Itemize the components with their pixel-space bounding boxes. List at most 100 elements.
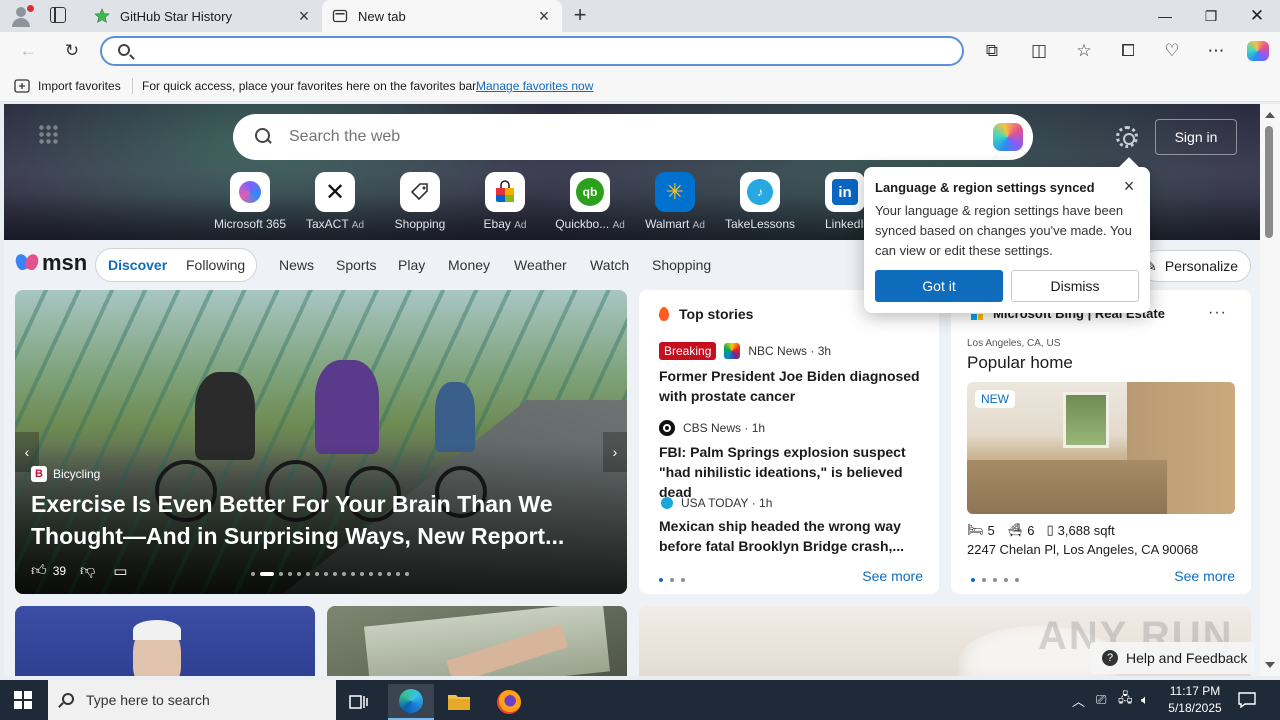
web-search-box[interactable] (233, 114, 1033, 160)
kitchen-photo[interactable]: NEW (967, 382, 1235, 514)
page-settings-gear-icon[interactable] (1116, 126, 1138, 148)
scroll-thumb[interactable] (1265, 126, 1273, 238)
carousel-dot[interactable] (279, 572, 283, 576)
quick-link-quickbooks[interactable]: qb Quickbo... Ad (550, 172, 630, 231)
scroll-up-icon[interactable] (1265, 112, 1275, 118)
firefox-icon[interactable] (486, 684, 532, 720)
close-window-icon[interactable]: ✕ (1234, 0, 1280, 32)
got-it-button[interactable]: Got it (875, 270, 1003, 302)
pager-dot[interactable] (982, 578, 986, 582)
pager-dot[interactable] (670, 578, 674, 582)
refresh-icon[interactable]: ↻ (60, 40, 84, 62)
file-explorer-icon[interactable] (436, 684, 482, 720)
pager-dot[interactable] (993, 578, 997, 582)
collections-icon[interactable]: ⧠ (1116, 40, 1140, 62)
tab-actions-icon[interactable] (50, 7, 66, 23)
carousel-dot[interactable] (360, 572, 364, 576)
carousel-dot[interactable] (315, 572, 319, 576)
nav-money[interactable]: Money (448, 257, 490, 273)
back-arrow-icon[interactable]: ← (16, 40, 40, 62)
carousel-dot[interactable] (342, 572, 346, 576)
quick-link-walmart[interactable]: ✳ Walmart Ad (635, 172, 715, 231)
thumbs-down-icon[interactable]: 👎︎ (80, 562, 95, 580)
quick-link-microsoft365[interactable]: Microsoft 365 (210, 172, 290, 231)
close-tab-icon[interactable]: × (296, 7, 312, 25)
carousel-dot[interactable] (396, 572, 400, 576)
see-more-link[interactable]: See more (1174, 568, 1235, 584)
sign-in-button[interactable]: Sign in (1155, 119, 1237, 155)
pager-dot[interactable] (681, 578, 685, 582)
nav-sports[interactable]: Sports (336, 257, 376, 273)
carousel-dot[interactable] (297, 572, 301, 576)
import-favorites-button[interactable]: Import favorites (14, 79, 121, 93)
nav-shopping[interactable]: Shopping (652, 257, 711, 273)
carousel-dot[interactable] (351, 572, 355, 576)
story-headline[interactable]: Exercise Is Even Better For Your Brain T… (31, 488, 611, 552)
news-card[interactable] (15, 606, 315, 676)
pager-dot[interactable] (971, 578, 975, 582)
quick-link-takelessons[interactable]: ♪ TakeLessons (720, 172, 800, 231)
carousel-dot[interactable] (306, 572, 310, 576)
split-screen-icon[interactable]: ◫ (1027, 40, 1051, 62)
story-item[interactable]: Breaking NBC News · 3h Former President … (659, 342, 927, 406)
tab-discover[interactable]: Discover (108, 257, 167, 273)
minimize-icon[interactable]: — (1142, 0, 1188, 32)
carousel-dot[interactable] (288, 572, 292, 576)
page-scrollbar[interactable] (1260, 104, 1280, 676)
copilot-icon[interactable] (1246, 40, 1270, 62)
nav-weather[interactable]: Weather (514, 257, 567, 273)
copilot-icon[interactable] (993, 123, 1023, 151)
quick-link-ebay[interactable]: Ebay Ad (465, 172, 545, 231)
address-input[interactable] (136, 42, 936, 60)
carousel-dot[interactable] (378, 572, 382, 576)
windows-start-icon[interactable] (14, 691, 32, 709)
quick-link-shopping[interactable]: Shopping (380, 172, 460, 231)
carousel-dot[interactable] (333, 572, 337, 576)
network-icon[interactable]: 🖧︎ (1118, 680, 1133, 720)
new-tab-plus-icon[interactable]: + (568, 4, 592, 28)
close-tab-icon[interactable]: × (536, 7, 552, 25)
dismiss-button[interactable]: Dismiss (1011, 270, 1139, 302)
carousel-dot[interactable] (369, 572, 373, 576)
system-clock[interactable]: 11:17 PM 5/18/2025 (1160, 683, 1230, 717)
nav-news[interactable]: News (279, 257, 314, 273)
pager-dot[interactable] (1004, 578, 1008, 582)
pager-dot[interactable] (1015, 578, 1019, 582)
notifications-icon[interactable] (1238, 680, 1256, 720)
story-item[interactable]: CBS News · 1h FBI: Palm Springs explosio… (659, 420, 927, 502)
web-search-input[interactable] (289, 126, 969, 148)
nav-watch[interactable]: Watch (590, 257, 629, 273)
news-card[interactable] (327, 606, 627, 676)
extensions-icon[interactable]: ⧉ (980, 40, 1004, 62)
help-feedback-button[interactable]: ? Help and Feedback (1090, 642, 1254, 674)
carousel-dot[interactable] (324, 572, 328, 576)
pager-dot[interactable] (659, 578, 663, 582)
carousel-dot[interactable] (405, 572, 409, 576)
carousel-dot[interactable] (251, 572, 255, 576)
msn-logo[interactable]: msn (13, 250, 87, 276)
app-launcher-icon[interactable] (38, 124, 60, 146)
address-bar[interactable] (100, 36, 964, 66)
device-icon[interactable]: ⎚ (1096, 680, 1106, 720)
manage-favorites-link[interactable]: Manage favorites now (476, 79, 593, 93)
story-item[interactable]: USA TODAY · 1h Mexican ship headed the w… (659, 496, 927, 556)
close-icon[interactable]: × (1120, 177, 1138, 196)
personalize-button[interactable]: ✎ Personalize (1141, 250, 1251, 282)
quick-link-taxact[interactable]: ✕ TaxACT Ad (295, 172, 375, 231)
profile-avatar-icon[interactable] (8, 4, 34, 28)
more-menu-icon[interactable]: ⋯ (1204, 40, 1228, 62)
tab-github-star-history[interactable]: GitHub Star History × (84, 0, 322, 32)
carousel-next-icon[interactable]: › (603, 432, 627, 472)
restore-icon[interactable]: ❐ (1188, 0, 1234, 32)
volume-icon[interactable]: 🔈︎ (1141, 680, 1149, 720)
tab-following[interactable]: Following (186, 257, 245, 273)
show-hidden-icons-chevron-icon[interactable]: ︿ (1072, 680, 1085, 720)
nav-play[interactable]: Play (398, 257, 425, 273)
comment-icon[interactable]: ▭ (113, 562, 127, 580)
more-options-icon[interactable]: ··· (1208, 304, 1227, 322)
scroll-down-icon[interactable] (1265, 662, 1275, 668)
tab-new-tab[interactable]: New tab × (322, 0, 562, 32)
edge-browser-icon[interactable] (388, 684, 434, 720)
carousel-dot[interactable] (260, 572, 274, 576)
thumbs-up-icon[interactable]: 👍︎ (31, 562, 47, 580)
